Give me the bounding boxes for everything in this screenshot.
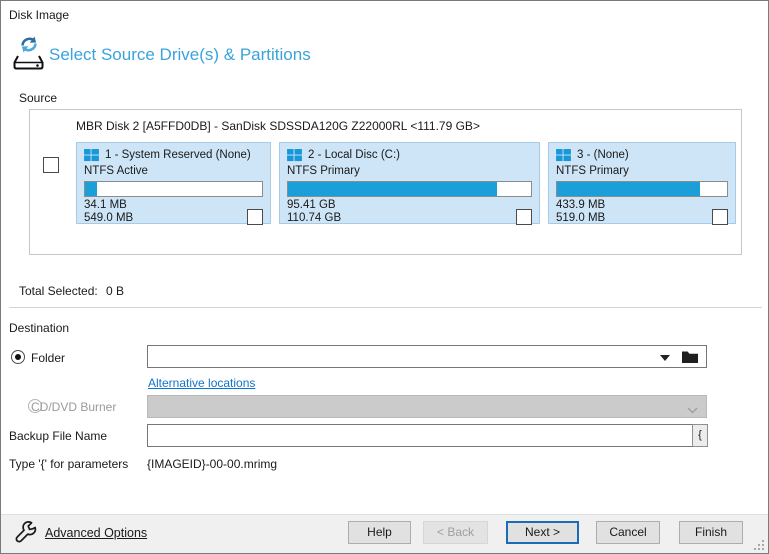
partition-usage-fill [288, 182, 497, 196]
destination-section-label: Destination [9, 321, 70, 335]
partition-checkbox-3[interactable] [712, 209, 728, 225]
partition-filesystem: NTFS Primary [287, 165, 360, 177]
browse-folder-icon[interactable] [681, 349, 699, 367]
partition-used: 34.1 MB [84, 199, 127, 211]
advanced-options-link[interactable]: Advanced Options [45, 526, 147, 540]
windows-logo-icon [287, 148, 302, 162]
partition-name: 3 - (None) [577, 149, 629, 161]
partition-usage-bar [287, 181, 532, 197]
finish-button[interactable]: Finish [679, 521, 743, 544]
partition-tile-2[interactable]: 2 - Local Disc (C:) NTFS Primary 95.41 G… [279, 142, 540, 225]
partition-size: 519.0 MB [556, 212, 606, 224]
partition-name: 2 - Local Disc (C:) [308, 149, 401, 161]
partition-usage-bar [84, 181, 263, 197]
partition-used: 95.41 GB [287, 199, 336, 211]
back-button[interactable]: < Back [423, 521, 488, 544]
partition-size: 110.74 GB [287, 212, 342, 224]
total-selected-value: 0 B [106, 284, 125, 298]
partition-filesystem: NTFS Active [84, 165, 148, 177]
alternative-locations-link[interactable]: Alternative locations [148, 376, 255, 390]
folder-path-combobox[interactable] [147, 345, 707, 368]
resize-grip[interactable] [753, 539, 765, 551]
source-disk-group: MBR Disk 2 [A5FFD0DB] - SanDisk SDSSDA12… [29, 109, 742, 255]
section-divider [9, 307, 762, 308]
partition-name: 1 - System Reserved (None) [105, 149, 251, 161]
partition-usage-fill [557, 182, 700, 196]
help-button[interactable]: Help [348, 521, 411, 544]
disk-title: MBR Disk 2 [A5FFD0DB] - SanDisk SDSSDA12… [76, 119, 480, 133]
windows-logo-icon [556, 148, 571, 162]
chevron-down-icon [687, 403, 698, 417]
partition-tile-3[interactable]: 3 - (None) NTFS Primary 433.9 MB 519.0 M… [548, 142, 736, 225]
cd-dvd-combobox [147, 395, 707, 418]
wrench-icon [13, 520, 40, 549]
parameters-brace-button[interactable]: { [692, 424, 708, 447]
partition-tile-1[interactable]: 1 - System Reserved (None) NTFS Active 3… [76, 142, 271, 225]
total-selected-label: Total Selected: [19, 284, 98, 298]
disk-checkbox[interactable] [43, 157, 59, 173]
partition-usage-fill [85, 182, 98, 196]
windows-logo-icon [84, 148, 99, 162]
disk-image-dialog: Disk Image Select Source Drive(s) & Part… [0, 0, 769, 554]
folder-radio-label: Folder [31, 351, 66, 365]
partition-checkbox-2[interactable] [516, 209, 532, 225]
chevron-down-icon[interactable] [660, 355, 670, 361]
backup-file-name-input[interactable] [147, 424, 693, 447]
folder-radio[interactable] [11, 350, 25, 364]
cancel-button[interactable]: Cancel [596, 521, 660, 544]
source-section-label: Source [19, 91, 58, 105]
cd-dvd-radio-label: CD/DVD Burner [31, 400, 117, 414]
page-caption: Disk Image [9, 8, 70, 22]
parameters-hint-label: Type '{' for parameters [9, 457, 129, 471]
partition-used: 433.9 MB [556, 199, 606, 211]
partition-size: 549.0 MB [84, 212, 134, 224]
next-button[interactable]: Next > [506, 521, 579, 544]
partition-checkbox-1[interactable] [247, 209, 263, 225]
partition-filesystem: NTFS Primary [556, 165, 629, 177]
parameters-hint-value: {IMAGEID}-00-00.mrimg [147, 457, 278, 471]
disk-sync-icon [10, 35, 48, 77]
page-title: Select Source Drive(s) & Partitions [49, 45, 311, 64]
partition-usage-bar [556, 181, 728, 197]
backup-file-name-label: Backup File Name [9, 429, 108, 443]
